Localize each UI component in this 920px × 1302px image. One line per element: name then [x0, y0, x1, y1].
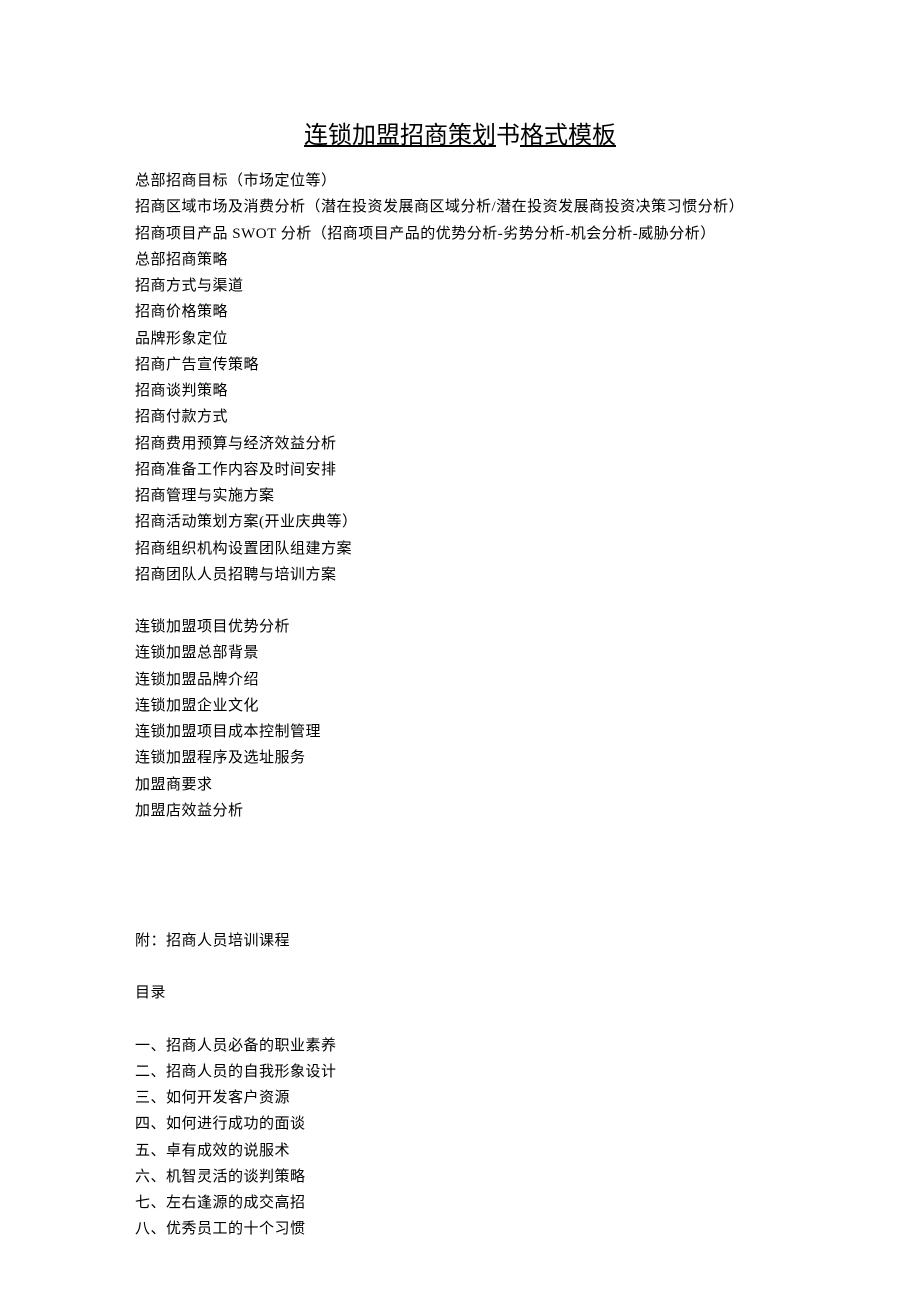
section2-line: 连锁加盟总部背景 — [135, 640, 785, 666]
section1-line: 招商准备工作内容及时间安排 — [135, 457, 785, 483]
toc-item: 三、如何开发客户资源 — [135, 1085, 785, 1111]
section1-line: 品牌形象定位 — [135, 326, 785, 352]
section1-line: 招商费用预算与经济效益分析 — [135, 431, 785, 457]
toc-item: 五、卓有成效的说服术 — [135, 1138, 785, 1164]
spacer — [135, 824, 785, 928]
spacer — [135, 588, 785, 614]
section1-line: 招商管理与实施方案 — [135, 483, 785, 509]
section1-line: 招商活动策划方案(开业庆典等） — [135, 509, 785, 535]
section1-line: 总部招商目标（市场定位等） — [135, 168, 785, 194]
section1-line: 招商付款方式 — [135, 404, 785, 430]
toc-item: 一、招商人员必备的职业素养 — [135, 1033, 785, 1059]
toc-item: 七、左右逢源的成交高招 — [135, 1190, 785, 1216]
section2-line: 连锁加盟程序及选址服务 — [135, 745, 785, 771]
section1-line: 招商广告宣传策略 — [135, 352, 785, 378]
section2-line: 连锁加盟项目优势分析 — [135, 614, 785, 640]
title-part3: 格式模板 — [520, 123, 616, 149]
spacer — [135, 1007, 785, 1033]
section1-line: 招商价格策略 — [135, 299, 785, 325]
section1-line: 招商区域市场及消费分析（潜在投资发展商区域分析/潜在投资发展商投资决策习惯分析） — [135, 194, 785, 220]
section1-line: 招商组织机构设置团队组建方案 — [135, 536, 785, 562]
appendix-title: 附：招商人员培训课程 — [135, 928, 785, 954]
section2-line: 加盟店效益分析 — [135, 798, 785, 824]
section2-line: 加盟商要求 — [135, 772, 785, 798]
toc-item: 六、机智灵活的谈判策略 — [135, 1164, 785, 1190]
title-part1: 连锁加盟招商策划 — [304, 123, 496, 149]
toc-item: 二、招商人员的自我形象设计 — [135, 1059, 785, 1085]
section1: 总部招商目标（市场定位等） 招商区域市场及消费分析（潜在投资发展商区域分析/潜在… — [135, 168, 785, 588]
section1-line: 招商项目产品 SWOT 分析（招商项目产品的优势分析-劣势分析-机会分析-威胁分… — [135, 221, 785, 247]
toc-list: 一、招商人员必备的职业素养 二、招商人员的自我形象设计 三、如何开发客户资源 四… — [135, 1033, 785, 1243]
toc-item: 八、优秀员工的十个习惯 — [135, 1216, 785, 1242]
toc-item: 四、如何进行成功的面谈 — [135, 1111, 785, 1137]
title-part2: 书 — [496, 123, 520, 149]
document-title: 连锁加盟招商策划书格式模板 — [135, 115, 785, 150]
section1-line: 招商方式与渠道 — [135, 273, 785, 299]
section2-line: 连锁加盟企业文化 — [135, 693, 785, 719]
section2-line: 连锁加盟品牌介绍 — [135, 667, 785, 693]
spacer — [135, 954, 785, 980]
section1-line: 总部招商策略 — [135, 247, 785, 273]
section1-line: 招商团队人员招聘与培训方案 — [135, 562, 785, 588]
section1-line: 招商谈判策略 — [135, 378, 785, 404]
toc-label: 目录 — [135, 980, 785, 1006]
section2-line: 连锁加盟项目成本控制管理 — [135, 719, 785, 745]
section2: 连锁加盟项目优势分析 连锁加盟总部背景 连锁加盟品牌介绍 连锁加盟企业文化 连锁… — [135, 614, 785, 824]
